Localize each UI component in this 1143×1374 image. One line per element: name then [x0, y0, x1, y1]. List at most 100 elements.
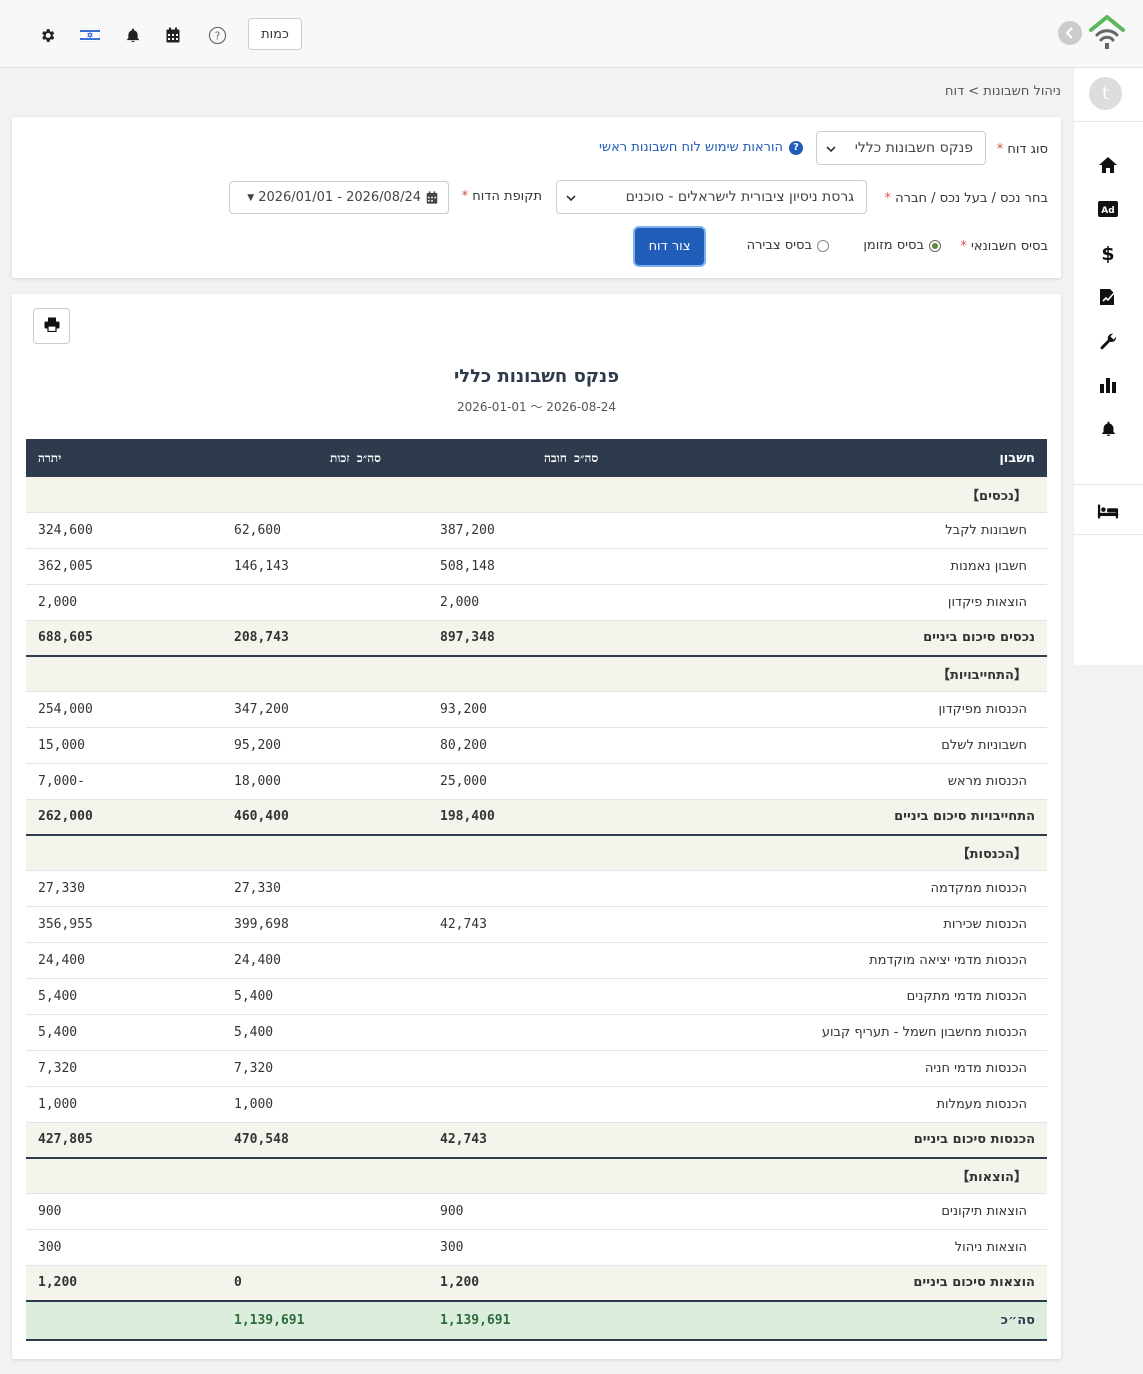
section-title: 【הכנסות】	[637, 835, 1047, 871]
collapse-sidebar-button[interactable]	[1058, 21, 1082, 45]
gear-icon[interactable]	[36, 24, 58, 46]
empty-cell	[432, 656, 637, 692]
cell-account: הכנסות מחשבון חשמל - תעריף קבוע	[637, 1014, 1047, 1051]
cell-account: הכנסות ממקדמה	[637, 870, 1047, 907]
contract-icon[interactable]	[1097, 286, 1119, 308]
home-icon[interactable]	[1097, 154, 1119, 176]
cell-balance: 27,330	[26, 870, 227, 907]
cell-balance: 262,000	[26, 799, 227, 836]
bell-icon[interactable]	[1097, 418, 1119, 440]
cell-credit	[227, 1229, 432, 1266]
help-icon[interactable]: ?	[206, 24, 228, 46]
bell-icon[interactable]	[122, 24, 144, 46]
cell-debit	[432, 1014, 637, 1051]
cell-credit: 1,139,691	[227, 1300, 432, 1341]
cell-credit	[227, 1193, 432, 1230]
cell-balance	[26, 1300, 227, 1341]
empty-cell	[26, 1158, 227, 1194]
cell-debit	[432, 942, 637, 979]
subtotal-row: הכנסות סיכום ביניים 42,743 470,548 427,805	[26, 1122, 1047, 1159]
cell-debit: 508,148	[432, 548, 637, 585]
cell-account: נכסים סיכום ביניים	[637, 620, 1047, 657]
section-header-row: 【הכנסות】	[26, 835, 1047, 871]
section-title: 【נכסים】	[637, 477, 1047, 513]
empty-cell	[26, 477, 227, 513]
right-sidebar: t Ad $	[1073, 0, 1143, 665]
cell-debit: 25,000	[432, 763, 637, 800]
cell-credit: 62,600	[227, 512, 432, 549]
cell-debit: 42,743	[432, 906, 637, 943]
column-header-balance: יתרה	[26, 439, 227, 477]
grand-total-row: סה״כ 1,139,691 1,139,691	[26, 1300, 1047, 1341]
cell-account: הכנסות סיכום ביניים	[637, 1122, 1047, 1159]
cell-debit: 1,200	[432, 1265, 637, 1302]
cell-balance: 7,320	[26, 1050, 227, 1087]
cell-account: הוצאות ניהול	[637, 1229, 1047, 1266]
chart-icon[interactable]	[1097, 374, 1119, 396]
table-row: הכנסות מדמי חניה 7,320 7,320	[26, 1050, 1047, 1087]
cell-balance: 1,000	[26, 1086, 227, 1123]
period-date-range-picker[interactable]: 2026/01/01 - 2026/08/24 ▼	[229, 181, 449, 214]
caret-down-icon: ▼	[247, 192, 255, 203]
report-title: פנקס חשבונות כללי	[453, 366, 620, 387]
cell-balance: 688,605	[26, 620, 227, 657]
printer-icon	[44, 317, 60, 336]
cell-credit: 27,330	[227, 870, 432, 907]
usage-instructions-link[interactable]: ? הוראות שימוש לוח חשבונות ראשי	[599, 140, 803, 155]
print-button[interactable]	[33, 308, 70, 344]
period-label: תקופת הדוח *	[461, 189, 542, 204]
column-header-account: חשבון	[637, 439, 1047, 477]
cell-credit: 95,200	[227, 727, 432, 764]
section-title: 【הוצאות】	[637, 1158, 1047, 1194]
report-panel: פנקס חשבונות כללי 2026-01-01 〜 2026-08-2…	[12, 294, 1061, 1359]
empty-cell	[432, 1158, 637, 1194]
entity-select[interactable]: גרסת ניסיון ציבורית לישראלים - סוכנים	[556, 180, 867, 214]
cell-balance: 5,400	[26, 978, 227, 1015]
breadcrumb: ניהול חשבונות > דוח	[944, 84, 1061, 99]
dollar-icon[interactable]: $	[1097, 242, 1119, 264]
units-button[interactable]: כמות	[248, 18, 302, 50]
table-row: חשבון נאמנות 508,148 146,143 362,005	[26, 548, 1047, 585]
cell-debit	[432, 870, 637, 907]
section-header-row: 【הוצאות】	[26, 1158, 1047, 1194]
cell-debit	[432, 978, 637, 1015]
cell-credit: 470,548	[227, 1122, 432, 1159]
cell-account: התחייבויות סיכום ביניים	[637, 799, 1047, 836]
cell-debit: 900	[432, 1193, 637, 1230]
calendar-icon	[426, 191, 438, 204]
cell-account: הכנסות מפיקדון	[637, 691, 1047, 728]
cell-balance: 254,000	[26, 691, 227, 728]
generate-report-button[interactable]: צור דוח	[635, 228, 704, 265]
table-row: הכנסות מדמי יציאה מוקדמת 24,400 24,400	[26, 942, 1047, 979]
cell-account: סה״כ	[637, 1300, 1047, 1341]
cell-account: הכנסות מעמלות	[637, 1086, 1047, 1123]
cell-credit: 0	[227, 1265, 432, 1302]
cell-credit: 1,000	[227, 1086, 432, 1123]
svg-text:$: $	[1101, 243, 1114, 263]
table-header-row: חשבון סה״כ חובה סה״כ זכות יתרה	[26, 439, 1047, 477]
logo-icon[interactable]	[1087, 13, 1127, 57]
subtotal-row: הוצאות סיכום ביניים 1,200 0 1,200	[26, 1265, 1047, 1302]
cell-account: הוצאות סיכום ביניים	[637, 1265, 1047, 1302]
period-value: 2026/01/01 - 2026/08/24	[258, 190, 421, 205]
cell-credit: 146,143	[227, 548, 432, 585]
accrual-basis-radio[interactable]: בסיס צבירה	[747, 238, 829, 253]
cell-credit: 460,400	[227, 799, 432, 836]
cell-balance: 356,955	[26, 906, 227, 943]
table-row: הוצאות תיקונים 900 900	[26, 1193, 1047, 1230]
israel-flag-icon[interactable]	[79, 24, 101, 46]
wrench-icon[interactable]	[1097, 330, 1119, 352]
empty-cell	[432, 835, 637, 871]
ledger-table: חשבון סה״כ חובה סה״כ זכות יתרה 【נכסים】 חש…	[26, 439, 1047, 1341]
sidebar-divider	[1073, 121, 1143, 122]
bed-icon[interactable]	[1097, 500, 1119, 522]
report-type-select[interactable]: פנקס חשבונות כללי	[816, 131, 986, 165]
empty-cell	[227, 835, 432, 871]
ads-icon[interactable]: Ad	[1097, 198, 1119, 220]
calendar-icon[interactable]	[162, 24, 184, 46]
cash-basis-radio[interactable]: בסיס מזומן	[863, 238, 941, 253]
report-type-value: פנקס חשבונות כללי	[854, 140, 973, 156]
avatar[interactable]: t	[1089, 77, 1122, 110]
help-icon: ?	[789, 140, 803, 155]
entity-value: גרסת ניסיון ציבורית לישראלים - סוכנים	[625, 189, 854, 205]
